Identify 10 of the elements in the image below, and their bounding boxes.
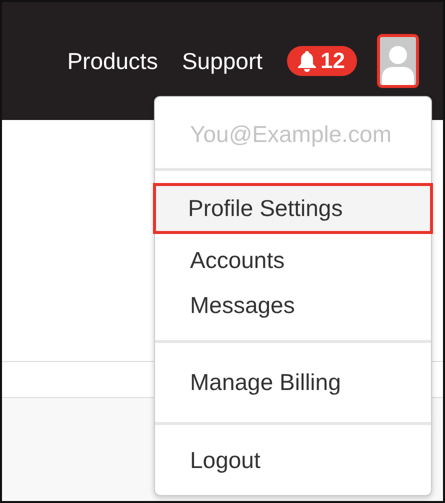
nav-link[interactable]: Products bbox=[55, 48, 170, 74]
nav-link[interactable]: Support bbox=[170, 48, 275, 74]
avatar-button[interactable] bbox=[377, 34, 419, 88]
menu-item[interactable]: Profile Settings bbox=[153, 183, 433, 234]
bell-icon bbox=[296, 50, 317, 72]
user-email: You@Example.com bbox=[189, 120, 392, 149]
menu-item[interactable]: Messages bbox=[155, 283, 431, 328]
notification-badge[interactable]: 12 bbox=[286, 46, 357, 76]
menu-item[interactable]: Accounts bbox=[155, 238, 431, 283]
menu-item[interactable]: Manage Billing bbox=[155, 360, 431, 405]
